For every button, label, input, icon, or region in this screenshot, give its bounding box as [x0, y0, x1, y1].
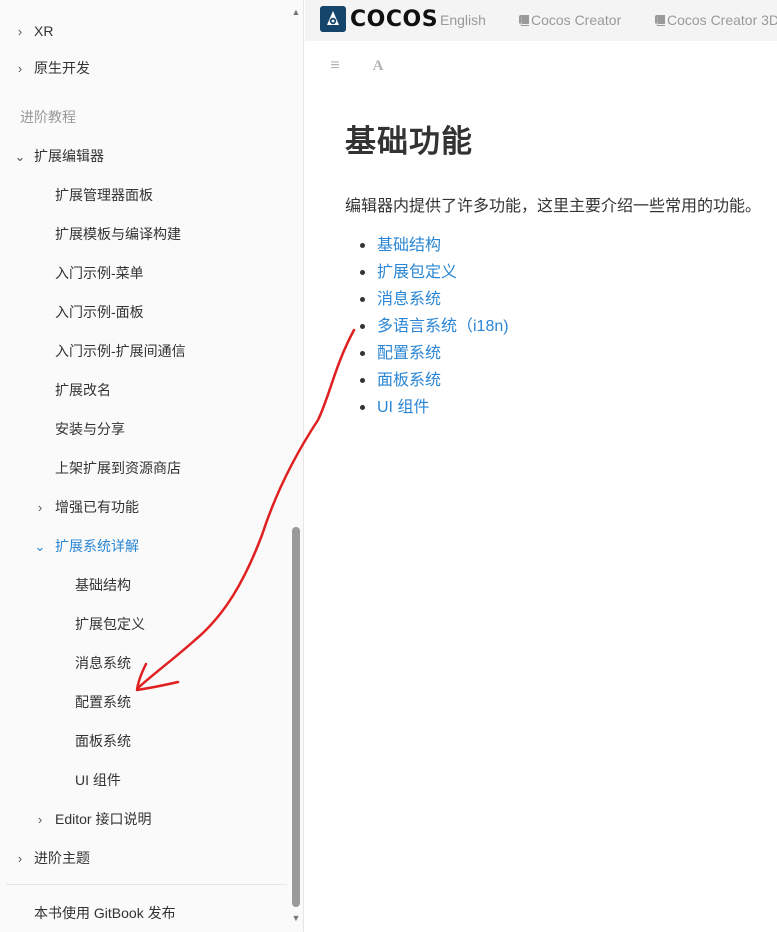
- sidebar-item-example-menu[interactable]: 入门示例-菜单: [55, 254, 144, 293]
- bullet-icon: [360, 270, 365, 275]
- sidebar-scrollbar[interactable]: ▲ ▼: [288, 0, 304, 932]
- chevron-right-icon: ›: [37, 500, 43, 515]
- sidebar-item-label: 增强已有功能: [55, 499, 139, 515]
- bullet-icon: [360, 297, 365, 302]
- list-item: 扩展包定义: [345, 259, 509, 286]
- nav-link-cocos-creator-3d[interactable]: Cocos Creator 3D: [655, 0, 777, 41]
- menu-toggle-icon[interactable]: ≡: [323, 56, 347, 76]
- link-i18n-system[interactable]: 多语言系统（i18n): [377, 318, 509, 335]
- chevron-down-icon: ⌄: [14, 149, 26, 164]
- sidebar-item-package-definition[interactable]: 扩展包定义: [75, 605, 145, 644]
- chevron-right-icon: ›: [17, 851, 23, 866]
- book-icon: [655, 15, 665, 26]
- sidebar-item-install-share[interactable]: 安装与分享: [55, 410, 125, 449]
- bullet-icon: [360, 405, 365, 410]
- sidebar-item-config-system[interactable]: 配置系统: [75, 683, 131, 722]
- logo-text: COCOS: [350, 7, 439, 32]
- cocos-logo-icon: [320, 6, 346, 32]
- sidebar-item-example-messaging[interactable]: 入门示例-扩展间通信: [55, 332, 186, 371]
- chevron-right-icon: ›: [17, 24, 23, 39]
- nav-link-label: Cocos Creator: [531, 12, 622, 28]
- scroll-down-icon[interactable]: ▼: [288, 910, 304, 926]
- list-item: 面板系统: [345, 367, 509, 394]
- chevron-right-icon: ›: [37, 812, 43, 827]
- gitbook-link[interactable]: 本书使用 GitBook 发布: [34, 894, 176, 932]
- bullet-icon: [360, 243, 365, 248]
- nav-link-cocos-creator[interactable]: Cocos Creator: [519, 0, 621, 41]
- bullet-icon: [360, 351, 365, 356]
- link-message-system[interactable]: 消息系统: [377, 291, 441, 308]
- sidebar-section-header: 进阶教程: [20, 109, 76, 125]
- scroll-up-icon[interactable]: ▲: [288, 4, 304, 20]
- sidebar-item-panel-system[interactable]: 面板系统: [75, 722, 131, 761]
- chevron-right-icon: ›: [17, 61, 23, 76]
- intro-paragraph: 编辑器内提供了许多功能，这里主要介绍一些常用的功能。: [345, 198, 762, 215]
- sidebar-item-message-system[interactable]: 消息系统: [75, 644, 131, 683]
- sidebar-divider: [6, 884, 287, 885]
- sidebar-item-extension-rename[interactable]: 扩展改名: [55, 371, 111, 410]
- link-config-system[interactable]: 配置系统: [377, 345, 441, 362]
- sidebar-item-label: 原生开发: [34, 60, 90, 76]
- page-title: 基础功能: [345, 124, 473, 159]
- bullet-icon: [360, 378, 365, 383]
- sidebar-item-label: 进阶主题: [34, 850, 90, 866]
- nav-link-english[interactable]: English: [440, 0, 486, 41]
- top-navbar: COCOS English Cocos Creator Cocos Creato…: [305, 0, 777, 41]
- sidebar: › XR › 原生开发 进阶教程 ⌄ 扩展编辑器 扩展管理器面板 扩展模板与编译…: [0, 0, 304, 932]
- link-ui-components[interactable]: UI 组件: [377, 399, 429, 416]
- topic-link-list: 基础结构 扩展包定义 消息系统 多语言系统（i18n) 配置系统 面板系统 UI…: [345, 232, 509, 421]
- link-panel-system[interactable]: 面板系统: [377, 372, 441, 389]
- bullet-icon: [360, 324, 365, 329]
- link-package-definition[interactable]: 扩展包定义: [377, 264, 457, 281]
- list-item: 配置系统: [345, 340, 509, 367]
- list-item: 基础结构: [345, 232, 509, 259]
- sidebar-item-label: 扩展编辑器: [34, 148, 104, 164]
- list-item: 消息系统: [345, 286, 509, 313]
- sidebar-item-example-panel[interactable]: 入门示例-面板: [55, 293, 144, 332]
- sidebar-item-ui-components[interactable]: UI 组件: [75, 761, 121, 800]
- sidebar-item-basic-structure[interactable]: 基础结构: [75, 566, 131, 605]
- list-item: UI 组件: [345, 394, 509, 421]
- book-icon: [519, 15, 529, 26]
- sidebar-item-label: Editor 接口说明: [55, 811, 152, 827]
- font-settings-icon[interactable]: A: [366, 56, 390, 76]
- sidebar-item-label: XR: [34, 23, 54, 39]
- sidebar-item-extension-template[interactable]: 扩展模板与编译构建: [55, 215, 181, 254]
- sidebar-item-publish-store[interactable]: 上架扩展到资源商店: [55, 449, 181, 488]
- link-basic-structure[interactable]: 基础结构: [377, 237, 441, 254]
- scrollbar-thumb[interactable]: [292, 527, 300, 907]
- sidebar-item-label: 扩展系统详解: [55, 538, 139, 554]
- list-item: 多语言系统（i18n): [345, 313, 509, 340]
- chevron-down-icon: ⌄: [34, 539, 46, 554]
- nav-link-label: Cocos Creator 3D: [667, 12, 777, 28]
- sidebar-item-extension-manager[interactable]: 扩展管理器面板: [55, 176, 153, 215]
